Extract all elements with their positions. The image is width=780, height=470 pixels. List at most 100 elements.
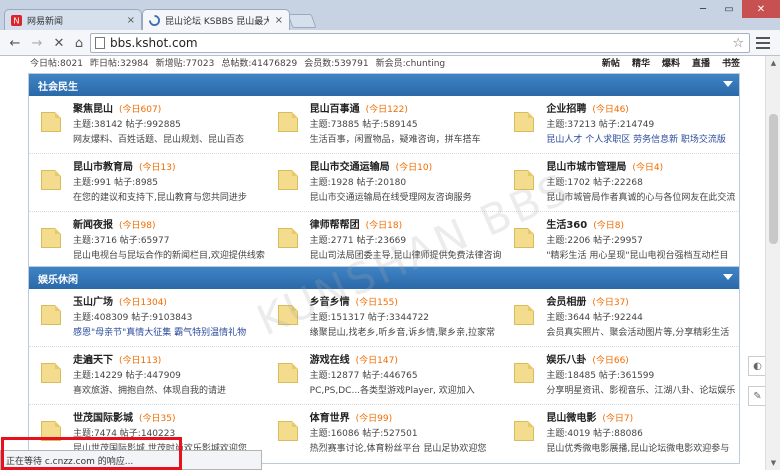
menu-hamburger-icon[interactable] (756, 37, 770, 49)
window-minimize-button[interactable]: ─ (690, 0, 716, 18)
back-arrow-icon[interactable]: ← (6, 34, 24, 52)
tab-close-icon[interactable]: × (127, 15, 135, 26)
forum-today-count: (今日13) (139, 163, 176, 173)
window-maximize-button[interactable]: ▭ (716, 0, 742, 18)
window-close-button[interactable]: ✕ (742, 0, 780, 18)
quick-link-digest[interactable]: 精华 (632, 56, 650, 69)
forum-item[interactable]: 乡音乡情 (今日155) 主题:151317 帖子:3344722 缘聚昆山,找老乡,… (266, 289, 503, 346)
forum-name[interactable]: 昆山百事通 (310, 104, 360, 115)
quick-links: 新帖 精华 爆料 直播 书签 (590, 56, 740, 69)
forum-stats: 主题:408309 帖子:9103843 (73, 313, 193, 323)
bookmark-star-icon[interactable]: ☆ (732, 36, 749, 51)
forum-name[interactable]: 律师帮帮团 (310, 220, 360, 231)
forum-stats: 主题:38142 帖子:992885 (73, 120, 181, 130)
forum-name[interactable]: 昆山微电影 (546, 413, 596, 424)
forum-item[interactable]: 玉山广场 (今日1304) 主题:408309 帖子:9103843 感恩"母亲节"真… (29, 289, 266, 346)
forum-item[interactable]: 走遍天下 (今日113) 主题:14229 帖子:447909 喜欢旅游、拥抱自然、体… (29, 347, 266, 404)
forum-folder-icon (514, 363, 535, 383)
forum-name[interactable]: 玉山广场 (73, 297, 113, 308)
tab-kunshan-forum[interactable]: 昆山论坛 KSBBS 昆山最大 × (142, 9, 290, 30)
forum-folder-icon (41, 170, 61, 190)
quick-link-breaking[interactable]: 爆料 (662, 56, 680, 69)
scroll-up-arrow-icon[interactable]: ▲ (766, 56, 780, 70)
forum-desc: 昆山司法局团委主导,昆山律师提供免费法律咨询 (309, 251, 502, 261)
forum-today-count: (今日113) (119, 356, 162, 366)
address-bar[interactable]: bbs.kshot.com ☆ (90, 33, 750, 53)
forum-today-count: (今日155) (355, 298, 398, 308)
forum-stats: 主题:16086 帖子:527501 (309, 429, 418, 439)
scroll-down-arrow-icon[interactable]: ▼ (766, 456, 780, 470)
forum-stats: 主题:14229 帖子:447909 (73, 371, 181, 381)
forum-item[interactable]: 昆山市城市管理局 (今日4) 主题:1702 帖子:22268 昆山市城管局作者真诚的… (502, 154, 739, 211)
forum-stats: 主题:151317 帖子:3344722 (309, 313, 430, 323)
forum-item[interactable]: 会员相册 (今日37) 主题:3644 帖子:92244 会员真实照片、聚会活动图片等… (502, 289, 739, 346)
forum-today-count: (今日1304) (119, 298, 167, 308)
scroll-thumb[interactable] (769, 114, 778, 244)
collapse-icon[interactable] (723, 274, 733, 280)
forum-stats-bar: 今日帖:8021 昨日帖:32984 新增贴:77023 总帖数:4147682… (30, 56, 740, 69)
forum-item[interactable]: 体育世界 (今日99) 主题:16086 帖子:527501 热烈赛事讨论,体育粉丝平… (266, 405, 503, 463)
forum-name[interactable]: 昆山市教育局 (73, 162, 133, 173)
forum-today-count: (今日147) (355, 356, 398, 366)
forum-item[interactable]: 律师帮帮团 (今日18) 主题:2771 帖子:23669 昆山司法局团委主导,昆山律… (266, 212, 503, 270)
forum-desc-links[interactable]: 感恩"母亲节"真情大征集 霸气特别温情礼物 (73, 325, 266, 338)
forum-name[interactable]: 游戏在线 (310, 355, 350, 366)
forum-item[interactable]: 聚焦昆山 (今日607) 主题:38142 帖子:992885 网友爆料、百姓话题、昆… (29, 96, 266, 153)
new-tab-button[interactable] (287, 14, 317, 28)
forum-name[interactable]: 新闻夜报 (73, 220, 113, 231)
forum-name[interactable]: 乡音乡情 (310, 297, 350, 308)
forum-row: 聚焦昆山 (今日607) 主题:38142 帖子:992885 网友爆料、百姓话题、昆… (29, 96, 739, 154)
forum-name[interactable]: 体育世界 (310, 413, 350, 424)
forum-name[interactable]: 世茂国际影城 (73, 413, 133, 424)
forum-today-count: (今日122) (365, 105, 408, 115)
forum-desc: 昆山市交通运输局在线受理网友咨询服务 (309, 193, 472, 203)
forum-name[interactable]: 昆山市城市管理局 (546, 162, 626, 173)
forum-desc: 缘聚昆山,找老乡,听乡音,诉乡情,聚乡亲,拉家常 (309, 328, 495, 338)
section-title: 社会民生 (38, 81, 78, 93)
forum-stats: 主题:2771 帖子:23669 (309, 236, 407, 246)
forum-today-count: (今日37) (592, 298, 629, 308)
forum-item[interactable]: 新闻夜报 (今日98) 主题:3716 帖子:65977 昆山电视台与昆坛合作的新闻栏… (29, 212, 266, 270)
forum-item[interactable]: 昆山市交通运输局 (今日10) 主题:1928 帖子:20180 昆山市交通运输局在线… (266, 154, 503, 211)
quick-link-live[interactable]: 直播 (692, 56, 710, 69)
forum-stats: 主题:37213 帖子:214749 (546, 120, 655, 130)
forum-row: 玉山广场 (今日1304) 主题:408309 帖子:9103843 感恩"母亲节"真… (29, 289, 739, 347)
quick-link-bookmarks[interactable]: 书签 (722, 56, 740, 69)
home-icon[interactable]: ⌂ (70, 34, 88, 52)
quick-link-new-posts[interactable]: 新帖 (602, 56, 620, 69)
forum-folder-icon (277, 305, 298, 325)
forum-name[interactable]: 娱乐八卦 (546, 355, 586, 366)
tab-label: 网易新闻 (27, 16, 64, 27)
forum-today-count: (今日4) (632, 163, 664, 173)
forum-item[interactable]: 企业招聘 (今日46) 主题:37213 帖子:214749 昆山人才 个人求职区 劳… (502, 96, 739, 153)
section-header[interactable]: 社会民生 (29, 74, 739, 96)
forum-folder-icon (41, 112, 61, 132)
forum-today-count: (今日607) (119, 105, 162, 115)
forum-item[interactable]: 娱乐八卦 (今日66) 主题:18485 帖子:361599 分享明星资讯、影视音乐、… (502, 347, 739, 404)
collapse-icon[interactable] (723, 81, 733, 87)
tab-netease-news[interactable]: N 网易新闻 × (4, 9, 142, 30)
stop-loading-icon[interactable]: ✕ (50, 34, 68, 52)
forum-name[interactable]: 走遍天下 (73, 355, 113, 366)
forum-name[interactable]: 聚焦昆山 (73, 104, 113, 115)
float-share-icon[interactable]: ◐ (748, 356, 766, 376)
forum-item[interactable]: 昆山微电影 (今日7) 主题:4019 帖子:88086 昆山优秀微电影展播,昆山论坛… (502, 405, 739, 463)
forum-name[interactable]: 昆山市交通运输局 (310, 162, 390, 173)
forum-item[interactable]: 游戏在线 (今日147) 主题:12877 帖子:446765 PC,PS,DC...… (266, 347, 503, 404)
forum-desc-links[interactable]: 昆山人才 个人求职区 劳务信息新 职场交流版 (546, 132, 739, 145)
forum-today-count: (今日66) (592, 356, 629, 366)
forum-item[interactable]: 昆山市教育局 (今日13) 主题:991 帖子:8985 在您的建议和支持下,昆山教育… (29, 154, 266, 211)
stat-new-member[interactable]: 新会员:chunting (376, 56, 446, 69)
forum-desc: 热烈赛事讨论,体育粉丝平台 昆山足协欢迎您 (309, 444, 487, 454)
forum-name[interactable]: 会员相册 (546, 297, 586, 308)
url-text[interactable]: bbs.kshot.com (110, 36, 732, 50)
vertical-scrollbar[interactable]: ▲ ▼ (765, 56, 780, 470)
forum-item[interactable]: 昆山百事通 (今日122) 主题:73885 帖子:589145 生活百事，闲置物品，… (266, 96, 503, 153)
forum-name[interactable]: 生活360 (546, 220, 587, 231)
forum-name[interactable]: 企业招聘 (546, 104, 586, 115)
forum-item[interactable]: 生活360 (今日8) 主题:2206 帖子:29957 "精彩生活 用心呈现"昆山电… (502, 212, 739, 270)
section-header[interactable]: 娱乐休闲 (29, 267, 739, 289)
tab-close-icon[interactable]: × (275, 15, 283, 26)
float-chat-icon[interactable]: ✎ (748, 386, 766, 406)
forward-arrow-icon[interactable]: → (28, 34, 46, 52)
